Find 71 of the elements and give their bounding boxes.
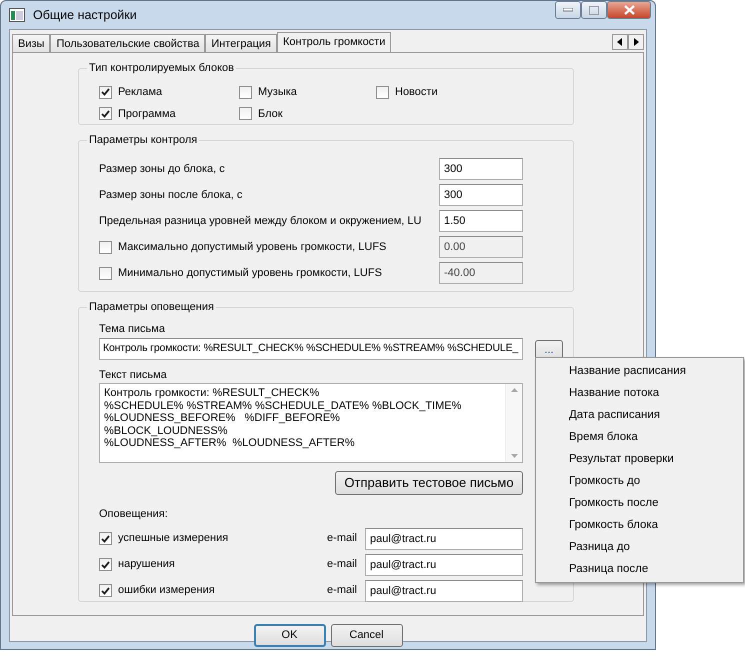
right-arrow-icon — [633, 38, 639, 46]
left-arrow-icon — [617, 38, 623, 46]
checkbox[interactable] — [99, 532, 112, 545]
field-label: Тема письма — [99, 322, 166, 337]
group-title: Тип контролируемых блоков — [88, 63, 235, 74]
menu-item[interactable]: Разница после — [536, 558, 743, 580]
group-title: Параметры оповещения — [88, 302, 215, 313]
input-field[interactable]: 300 — [439, 184, 523, 206]
menu-item[interactable]: Название потока — [536, 382, 743, 404]
message-textarea[interactable]: Контроль громкости: %RESULT_CHECK% %SCHEDULE% %STREAM% %SCHEDULE_DATE% %BLOCK_TIME% %LOUDNESS_BEFORE% %DIFF_BEFORE% %BLOCK_LOUDNESS% %LOUDNESS_AFTER% %LOUDNESS_AFTER% — [99, 383, 523, 463]
scroll-right-button[interactable] — [628, 34, 644, 50]
input-field[interactable]: 1.50 — [439, 210, 523, 232]
checkbox-label: Максимально допустимый уровень громкости, LUFS — [118, 240, 386, 255]
menu-item[interactable]: Дата расписания — [536, 404, 743, 426]
checkbox-label: Новости — [395, 85, 438, 100]
checkbox[interactable] — [99, 584, 112, 597]
section-label: Оповещения: — [99, 507, 169, 522]
menu-item[interactable]: Громкость блока — [536, 514, 743, 536]
checkbox[interactable] — [99, 107, 112, 120]
subject-field[interactable]: Контроль громкости: %RESULT_CHECK% %SCHEDULE% %STREAM% %SCHEDULE_ — [99, 338, 523, 360]
menu-item[interactable]: Громкость до — [536, 470, 743, 492]
checkbox-label: ошибки измерения — [118, 583, 215, 598]
checkbox-label: Минимально допустимый уровень громкости, LUFS — [118, 266, 382, 281]
tab[interactable]: Интеграция — [205, 34, 277, 52]
checkbox-label: Реклама — [118, 85, 162, 100]
group-title: Параметры контроля — [88, 135, 198, 146]
close-button[interactable] — [607, 1, 651, 19]
menu-item[interactable]: Время блока — [536, 426, 743, 448]
scrollbar[interactable] — [505, 384, 522, 462]
checkbox[interactable] — [376, 86, 389, 99]
input-field[interactable]: 300 — [439, 158, 523, 180]
app-icon — [9, 8, 25, 22]
maximize-button[interactable] — [581, 1, 607, 19]
message-text: Контроль громкости: %RESULT_CHECK% %SCHEDULE% %STREAM% %SCHEDULE_DATE% %BLOCK_TIME% %LOUDNESS_BEFORE% %DIFF_BEFORE% %BLOCK_LOUDNESS% %LOUDNESS_AFTER% %LOUDNESS_AFTER% — [103, 386, 462, 451]
field-label: Размер зоны до блока, с — [99, 162, 225, 177]
tab[interactable]: Контроль громкости — [276, 32, 392, 52]
field-label: Текст письма — [99, 368, 168, 382]
checkbox-label: Музыка — [258, 85, 297, 100]
minimize-button[interactable] — [555, 1, 581, 19]
menu-item[interactable]: Разница до — [536, 536, 743, 558]
dialog-button[interactable]: Cancel — [330, 624, 402, 647]
menu-item[interactable]: Результат проверки — [536, 448, 743, 470]
scroll-left-button[interactable] — [612, 34, 628, 50]
checkbox[interactable] — [99, 86, 112, 99]
tab[interactable]: Пользовательские свойства — [50, 34, 206, 52]
maximize-icon — [589, 6, 599, 15]
email-field[interactable]: paul@tract.ru — [365, 580, 523, 602]
checkbox-label: Блок — [258, 106, 283, 122]
email-field[interactable]: paul@tract.ru — [365, 554, 523, 576]
checkbox[interactable] — [239, 86, 252, 99]
window-title: Общие настройки — [33, 6, 137, 24]
email-label: e-mail — [327, 583, 357, 598]
email-label: e-mail — [327, 531, 357, 546]
checkbox-label: успешные измерения — [118, 531, 228, 546]
dialog-button[interactable]: OK — [254, 624, 326, 647]
close-icon — [624, 5, 634, 16]
scroll-up-icon[interactable] — [510, 388, 518, 392]
send-test-button[interactable]: Отправить тестовое письмо — [335, 471, 523, 495]
checkbox-label: нарушения — [118, 557, 175, 572]
checkbox-label: Программа — [118, 106, 176, 122]
field-label: Размер зоны после блока, с — [99, 188, 242, 203]
scroll-down-icon[interactable] — [510, 454, 518, 458]
menu-item[interactable]: Громкость после — [536, 492, 743, 514]
field-label: Предельная разница уровней между блоком и окружением, LU — [99, 214, 422, 229]
checkbox[interactable] — [99, 558, 112, 571]
email-field[interactable]: paul@tract.ru — [365, 528, 523, 550]
checkbox[interactable] — [239, 107, 252, 120]
tab[interactable]: Визы — [12, 34, 50, 52]
minimize-icon — [563, 8, 573, 12]
menu-item[interactable]: Название расписания — [536, 360, 743, 382]
email-label: e-mail — [327, 557, 357, 572]
